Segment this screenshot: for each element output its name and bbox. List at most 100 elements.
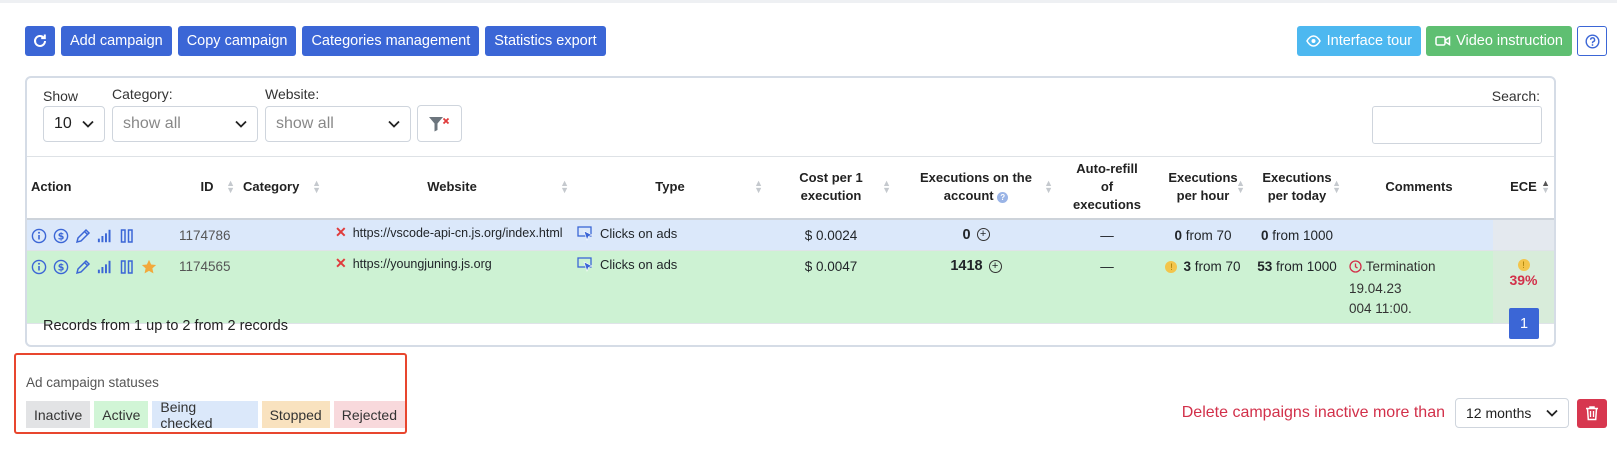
legend-title: Ad campaign statuses	[26, 375, 159, 390]
pause-icon[interactable]	[119, 228, 135, 244]
sort-icon: ▲ ▼	[1044, 178, 1053, 196]
sort-icon: ▲ ▼	[226, 178, 235, 196]
row-per-hour: ! 3 from 70	[1157, 250, 1249, 324]
pause-icon[interactable]	[119, 259, 135, 275]
category-select[interactable]: show all	[112, 106, 258, 142]
col-type[interactable]: Type ▲ ▼	[573, 156, 767, 220]
page-size-select[interactable]: 10	[43, 106, 105, 142]
refresh-icon	[32, 33, 48, 49]
row-actions: $	[27, 250, 175, 324]
info-icon[interactable]	[31, 228, 47, 244]
page-size-value: 10	[54, 115, 72, 132]
signal-stats-icon[interactable]	[97, 259, 113, 275]
website-url[interactable]: https://vscode-api-cn.js.org/index.html	[353, 226, 563, 240]
eye-icon	[1306, 33, 1322, 49]
per-hour-num: 3	[1183, 259, 1191, 274]
col-comments: Comments	[1345, 156, 1493, 220]
website-select[interactable]: show all	[265, 106, 411, 142]
close-icon: ✕	[335, 223, 347, 240]
row-category	[239, 250, 331, 324]
chevron-down-icon	[82, 120, 94, 128]
sort-icon: ▲ ▼	[882, 178, 891, 196]
question-circle-icon	[1584, 33, 1600, 49]
per-hour-num: 0	[1174, 227, 1182, 243]
signal-stats-icon[interactable]	[97, 228, 113, 244]
inactive-period-select[interactable]: 12 months	[1455, 398, 1569, 428]
sort-icon: ▲ ▼	[1541, 178, 1550, 196]
edit-pencil-icon[interactable]	[75, 228, 91, 244]
col-id[interactable]: ID ▲ ▼	[175, 156, 239, 220]
pagination-page-1[interactable]: 1	[1509, 308, 1539, 339]
copy-campaign-button[interactable]: Copy campaign	[177, 26, 297, 56]
col-category[interactable]: Category ▲ ▼	[239, 156, 331, 220]
row-ece	[1493, 218, 1554, 251]
row-id: 1174565	[175, 250, 239, 324]
toolbar: Add campaign Copy campaign Categories ma…	[25, 26, 606, 56]
row-website: ✕ https://vscode-api-cn.js.org/index.htm…	[331, 218, 573, 251]
category-label: Category:	[112, 86, 173, 102]
help-button[interactable]	[1577, 26, 1607, 56]
per-today-from: from 1000	[1272, 227, 1334, 243]
dollar-icon[interactable]: $	[53, 228, 69, 244]
row-per-today: 53 from 1000	[1249, 250, 1345, 324]
type-label: Clicks on ads	[600, 257, 678, 272]
dollar-icon[interactable]: $	[53, 259, 69, 275]
col-ece[interactable]: ECE ▲ ▼	[1493, 156, 1554, 220]
help-icon[interactable]: ?	[997, 192, 1009, 204]
show-label: Show	[43, 88, 79, 104]
plus-circle-icon[interactable]: +	[976, 228, 990, 242]
row-exec-account: 0 +	[895, 218, 1057, 251]
row-comments: .Termination 19.04.23 004 11:00.	[1345, 250, 1493, 324]
per-today-num: 0	[1260, 227, 1269, 243]
search-input[interactable]	[1372, 106, 1542, 144]
svg-text:$: $	[58, 231, 65, 242]
status-badge-rejected: Rejected	[333, 401, 405, 428]
categories-management-button[interactable]: Categories management	[302, 26, 480, 56]
records-info: Records from 1 up to 2 from 2 records	[43, 318, 288, 334]
delete-inactive-button[interactable]	[1577, 398, 1607, 428]
row-category	[239, 218, 331, 251]
row-autorefill: —	[1057, 250, 1157, 324]
col-exec-account[interactable]: Executions on the account ? ▲ ▼	[895, 156, 1057, 220]
per-today-num: 53	[1257, 259, 1273, 274]
col-cost[interactable]: Cost per 1 execution ▲ ▼	[767, 156, 895, 220]
table-row: $ 1174786 ✕ https://vscode-api-cn.js.org…	[27, 218, 1554, 251]
per-today-from: from 1000	[1276, 259, 1337, 274]
clear-filter-button[interactable]	[417, 105, 462, 142]
clock-icon	[1349, 259, 1362, 279]
filters-bar: Show 10 Category: show all Website: show…	[27, 78, 1554, 156]
campaigns-table: Action ID ▲ ▼ Category ▲ ▼ Website ▲ ▼ Type ▲ ▼ …	[27, 156, 1554, 324]
statistics-export-button[interactable]: Statistics export	[485, 26, 606, 56]
interface-tour-button[interactable]: Interface tour	[1296, 26, 1422, 56]
sort-icon: ▲ ▼	[560, 178, 569, 196]
chevron-down-icon	[1546, 409, 1558, 417]
chevron-down-icon	[388, 120, 400, 128]
plus-circle-icon[interactable]: +	[988, 259, 1002, 273]
toolbar-right: Interface tour Video instruction	[1296, 26, 1607, 56]
ece-value: 39%	[1509, 272, 1538, 288]
delete-inactive-label: Delete campaigns inactive more than	[1181, 404, 1445, 421]
website-url[interactable]: https://youngjuning.js.org	[353, 257, 492, 271]
inactive-period-value: 12 months	[1466, 405, 1532, 421]
col-autorefill: Auto-refill of executions	[1057, 156, 1157, 220]
filter-clear-icon	[428, 116, 449, 131]
edit-pencil-icon[interactable]	[75, 259, 91, 275]
sort-icon: ▲ ▼	[312, 178, 321, 196]
table-header-row: Action ID ▲ ▼ Category ▲ ▼ Website ▲ ▼ Type ▲ ▼ …	[27, 156, 1554, 220]
refresh-button[interactable]	[25, 26, 55, 56]
col-per-today[interactable]: Executions per today ▲ ▼	[1249, 156, 1345, 220]
star-icon[interactable]	[141, 259, 157, 275]
video-instruction-button[interactable]: Video instruction	[1426, 26, 1572, 56]
sort-icon: ▲ ▼	[754, 178, 763, 196]
row-cost: $ 0.0047	[767, 250, 895, 324]
per-hour-from: from 70	[1185, 227, 1232, 243]
exec-account-value: 1418	[950, 258, 983, 274]
info-icon[interactable]	[31, 259, 47, 275]
row-per-today: 0 from 1000	[1249, 218, 1345, 251]
col-per-hour[interactable]: Executions per hour ▲ ▼	[1157, 156, 1249, 220]
row-type: Clicks on ads	[573, 250, 767, 324]
status-badge-active: Active	[94, 401, 149, 428]
status-badge-being-checked: Being checked	[152, 399, 258, 431]
add-campaign-button[interactable]: Add campaign	[61, 26, 172, 56]
col-website[interactable]: Website ▲ ▼	[331, 156, 573, 220]
